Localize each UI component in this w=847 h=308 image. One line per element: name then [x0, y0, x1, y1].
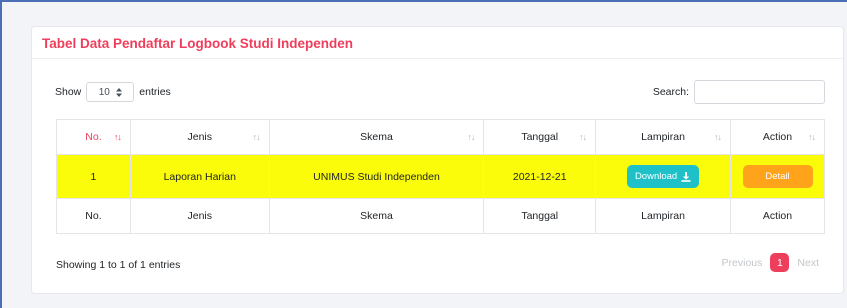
- data-table: No. ↑↓ Jenis ↑↓ Skema ↑↓ Tanggal ↑↓ Lamp…: [56, 119, 825, 234]
- entries-select[interactable]: 10: [86, 82, 135, 102]
- column-header-jenis[interactable]: Jenis ↑↓: [129, 119, 270, 155]
- sort-icon: ↑↓: [714, 132, 722, 142]
- data-card: Tabel Data Pendaftar Logbook Studi Indep…: [31, 26, 844, 294]
- card-title: Tabel Data Pendaftar Logbook Studi Indep…: [42, 36, 354, 51]
- column-header-label: No.: [85, 131, 102, 143]
- card-header: Tabel Data Pendaftar Logbook Studi Indep…: [32, 27, 843, 59]
- download-icon: [681, 171, 691, 182]
- sort-icon: ↑↓: [467, 132, 475, 142]
- footer-cell: Action: [730, 198, 825, 234]
- column-header-label: Lampiran: [641, 131, 685, 143]
- table-header-row: No. ↑↓ Jenis ↑↓ Skema ↑↓ Tanggal ↑↓ Lamp…: [56, 119, 825, 155]
- footer-cell: No.: [56, 198, 131, 234]
- pagination: Previous 1 Next: [720, 253, 821, 272]
- cell-lampiran: Download: [595, 154, 731, 199]
- footer-cell: Lampiran: [595, 198, 731, 234]
- column-header-label: Action: [762, 131, 793, 143]
- download-button-label: Download: [634, 171, 678, 182]
- column-header-label: Skema: [360, 131, 393, 143]
- cell-skema: UNIMUS Studi Independen: [268, 154, 485, 199]
- entries-label: entries: [139, 86, 171, 98]
- download-button[interactable]: Download: [626, 165, 700, 188]
- detail-button[interactable]: Detail: [742, 165, 813, 188]
- next-button[interactable]: Next: [795, 255, 821, 271]
- column-header-label: Tanggal: [521, 131, 559, 143]
- sort-icon: ↑↓: [808, 132, 816, 142]
- column-header-skema[interactable]: Skema ↑↓: [268, 119, 485, 155]
- search-control: Search:: [653, 80, 825, 104]
- length-control: Show 10 entries: [55, 82, 171, 102]
- sort-icon: ↑↓: [252, 132, 261, 142]
- table-row: 1 Laporan Harian UNIMUS Studi Independen…: [56, 154, 825, 199]
- sort-updown-icon: [115, 87, 122, 97]
- cell-tanggal: 2021-12-21: [483, 154, 597, 199]
- footer-cell: Tanggal: [483, 198, 597, 234]
- sort-icon: ↑↓: [113, 132, 122, 142]
- table-controls: Show 10 entries Search:: [32, 80, 845, 104]
- search-label: Search:: [652, 86, 689, 98]
- page-button-current[interactable]: 1: [770, 253, 790, 272]
- table-info: Showing 1 to 1 of 1 entries: [56, 259, 181, 271]
- column-header-no[interactable]: No. ↑↓: [56, 119, 131, 155]
- sort-icon: ↑↓: [579, 132, 587, 142]
- column-header-tanggal[interactable]: Tanggal ↑↓: [483, 119, 597, 155]
- column-header-action[interactable]: Action ↑↓: [730, 119, 825, 155]
- cell-jenis: Laporan Harian: [129, 154, 270, 199]
- cell-action: Detail: [730, 154, 825, 199]
- window-frame: Tabel Data Pendaftar Logbook Studi Indep…: [0, 0, 847, 308]
- table-footer-row: No. Jenis Skema Tanggal Lampiran Action: [56, 198, 825, 234]
- footer-cell: Jenis: [129, 198, 270, 234]
- column-header-label: Jenis: [187, 131, 213, 143]
- footer-cell: Skema: [268, 198, 485, 234]
- show-label: Show: [55, 86, 82, 98]
- previous-button[interactable]: Previous: [720, 255, 765, 271]
- column-header-lampiran[interactable]: Lampiran ↑↓: [595, 119, 731, 155]
- cell-no: 1: [56, 154, 131, 199]
- search-input[interactable]: [694, 80, 825, 104]
- entries-select-value: 10: [98, 86, 110, 98]
